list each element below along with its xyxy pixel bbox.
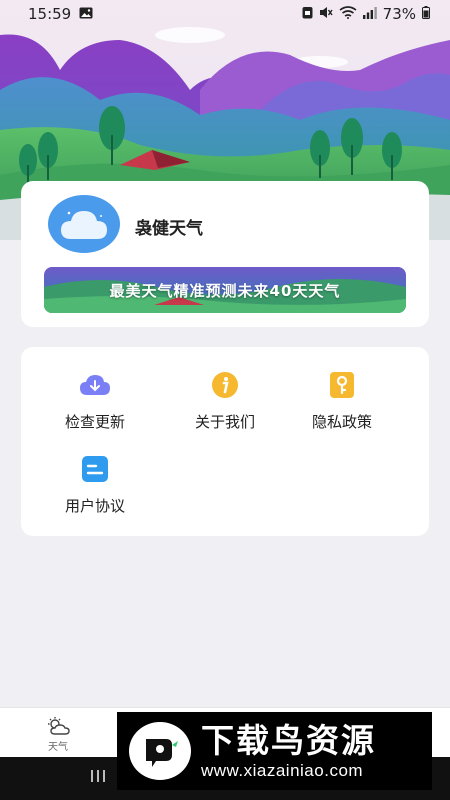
weather-icon (48, 717, 70, 735)
battery-icon (422, 5, 430, 23)
banner-text: 最美天气精准预测未来40天天气 (109, 281, 341, 300)
key-icon (326, 369, 358, 401)
wifi-icon (339, 5, 357, 23)
promo-banner[interactable]: 最美天气精准预测未来40天天气 (44, 267, 406, 313)
menu-label: 用户协议 (64, 497, 125, 515)
menu-item-about-us[interactable]: 关于我们 (170, 369, 280, 432)
watermark-logo (129, 722, 191, 780)
gallery-notification-icon (79, 5, 93, 23)
cloud-download-icon (79, 369, 111, 401)
status-bar: 15:59 73% (0, 0, 450, 28)
watermark-url: www.xiazainiao.com (201, 761, 364, 780)
menu-label: 检查更新 (64, 413, 125, 431)
watermark-title: 下载鸟资源 (201, 721, 376, 760)
status-time: 15:59 (28, 5, 72, 23)
status-right: 73% (302, 5, 430, 23)
info-icon (209, 369, 241, 401)
app-info-card: 袅健天气 最美天气精准预测未来40天天气 (21, 181, 429, 327)
recent-apps-button[interactable] (90, 767, 106, 788)
app-logo (48, 195, 120, 253)
watermark-text: 下载鸟资源 www.xiazainiao.com (201, 721, 376, 781)
lock-notification-icon (302, 5, 313, 23)
status-left: 15:59 (28, 5, 93, 23)
signal-icon (362, 5, 377, 23)
menu-label: 隐私政策 (311, 413, 372, 431)
nav-label: 天气 (48, 742, 68, 753)
watermark-overlay: 下载鸟资源 www.xiazainiao.com (117, 712, 432, 790)
mute-icon (319, 5, 333, 23)
menu-item-user-agreement[interactable]: 用户协议 (40, 453, 150, 516)
battery-percent: 73% (382, 5, 416, 23)
document-icon (79, 453, 111, 485)
menu-item-privacy-policy[interactable]: 隐私政策 (287, 369, 397, 432)
cloud-icon (61, 211, 107, 239)
menu-item-check-update[interactable]: 检查更新 (40, 369, 150, 432)
nav-item-weather[interactable]: 天气 (38, 716, 78, 753)
menu-card: 检查更新 关于我们 隐私政策 用户协议 (21, 347, 429, 536)
app-name: 袅健天气 (135, 219, 203, 239)
menu-label: 关于我们 (194, 413, 255, 431)
